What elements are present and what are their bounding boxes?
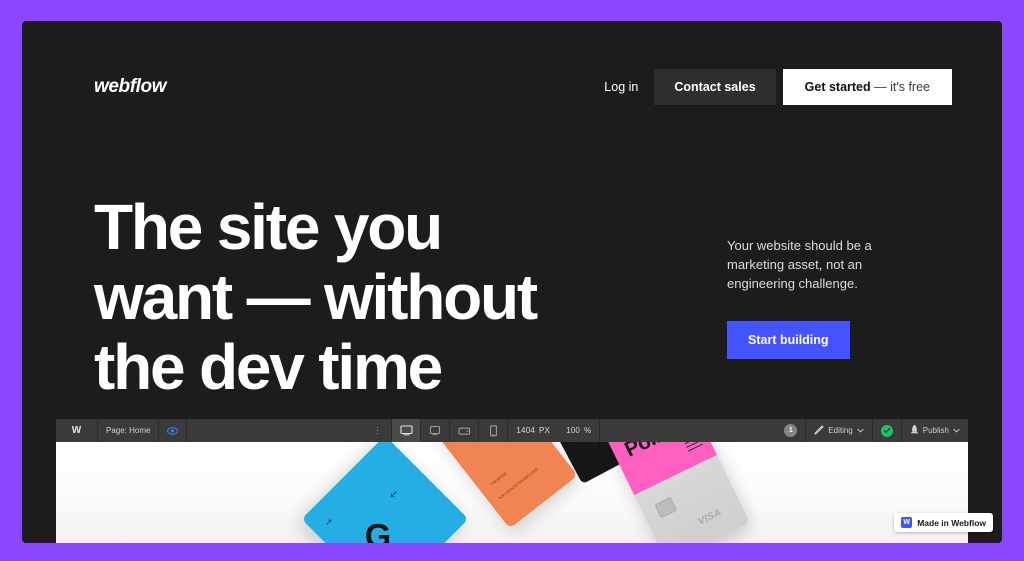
card-network-logo: VISA (696, 506, 724, 528)
hero-headline-line-1: The site you (94, 190, 443, 263)
publish-chevron-down-icon (953, 426, 960, 435)
contact-sales-button[interactable]: Contact sales (654, 69, 776, 105)
publish-button[interactable]: Publish (902, 419, 968, 442)
publish-label: Publish (922, 426, 949, 435)
toolbar-spacer-right (600, 419, 776, 442)
zoom-unit: % (584, 426, 592, 435)
start-building-button[interactable]: Start building (727, 321, 850, 359)
card-pink-wordmark: Poin (621, 442, 670, 463)
zoom-readout[interactable]: 100 % (558, 419, 601, 442)
editing-mode-label: Editing (828, 426, 853, 435)
canvas-card-blue: ↙ ↗ G (301, 442, 469, 543)
zoom-value: 100 (566, 426, 581, 435)
card-pink-stripes (684, 442, 700, 445)
site-status-indicator[interactable] (873, 419, 902, 442)
rocket-icon (910, 424, 919, 437)
breakpoint-mobile-portrait[interactable] (479, 419, 509, 442)
get-started-button[interactable]: Get started — it's free (782, 69, 952, 105)
collaborators-button[interactable]: 1 (776, 419, 807, 442)
webflow-designer-panel: W Page: Home 1404 PX 100 % 1 Editing Pub… (56, 419, 968, 543)
browser-frame: webflow Log in Contact sales Get started… (22, 21, 1002, 543)
collaborator-count-avatar: 1 (784, 424, 798, 437)
webflow-w-icon: W (901, 517, 913, 528)
page-selector-label: Page: Home (106, 426, 151, 435)
toolbar-overflow-menu[interactable] (363, 419, 393, 442)
canvas-width-value: 1404 (516, 426, 535, 435)
editing-mode-selector[interactable]: Editing (806, 419, 873, 442)
breakpoint-mobile-landscape[interactable] (450, 419, 480, 442)
designer-canvas[interactable]: THE BRAND NON-VEHICLE HOLDER CARD Poin V… (56, 442, 968, 543)
hero-subtitle: Your website should be a marketing asset… (727, 238, 872, 291)
get-started-label-rest: — it's free (870, 80, 930, 94)
check-circle-icon (880, 424, 893, 437)
vertical-dots-icon (371, 426, 383, 435)
card-blue-arrow-icon-2: ↗ (324, 517, 333, 528)
hero-headline-line-3: the dev time (94, 330, 443, 403)
card-blue-arrow-icon-1: ↙ (389, 489, 399, 501)
card-blue-glyph: G (364, 517, 390, 543)
card-orange-line-1: THE BRAND (489, 471, 508, 487)
toolbar-spacer-left (187, 419, 363, 442)
eye-icon (167, 426, 179, 435)
canvas-width-unit: PX (539, 426, 551, 435)
preview-toggle[interactable] (159, 419, 188, 442)
canvas-size-readout[interactable]: 1404 PX (508, 419, 558, 442)
hero-headline: The site you want — without the dev time (94, 192, 654, 402)
chevron-down-icon (857, 426, 864, 435)
site-header: webflow Log in Contact sales Get started… (22, 21, 1002, 117)
card-chip-icon (654, 496, 678, 519)
canvas-card-pink: Poin VISA (605, 442, 751, 543)
pencil-icon (814, 424, 824, 437)
made-in-webflow-label: Made in Webflow (917, 517, 986, 528)
hero-side-column: Your website should be a marketing asset… (727, 236, 927, 359)
breakpoint-tablet[interactable] (421, 419, 451, 442)
get-started-label-bold: Get started (804, 80, 871, 94)
hero-headline-line-2: want — without (94, 260, 538, 333)
designer-toolbar: W Page: Home 1404 PX 100 % 1 Editing Pub… (56, 419, 968, 442)
breakpoint-desktop[interactable] (392, 419, 422, 442)
nav-login-link[interactable]: Log in (588, 69, 654, 105)
page-selector[interactable]: Page: Home (98, 419, 160, 442)
primary-nav: Log in Contact sales Get started — it's … (588, 69, 952, 105)
webflow-logo[interactable]: webflow (94, 76, 167, 98)
made-in-webflow-badge[interactable]: W Made in Webflow (894, 513, 993, 532)
designer-home-logo[interactable]: W (56, 419, 98, 442)
